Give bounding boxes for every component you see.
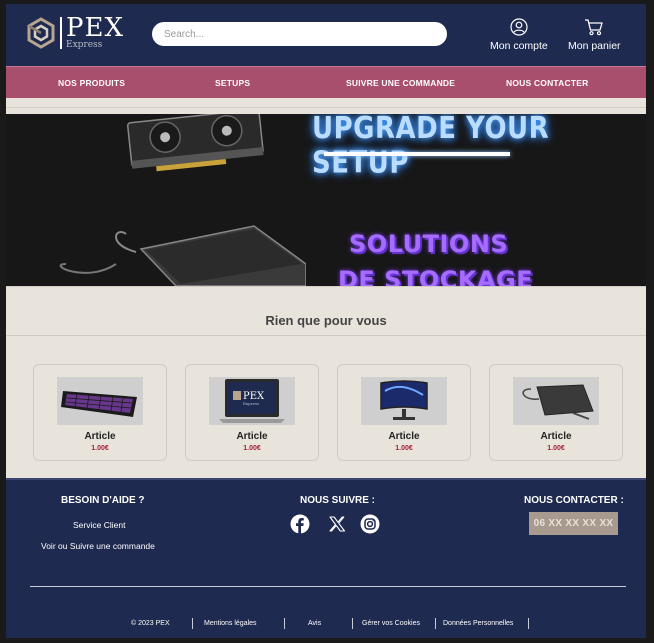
instagram-icon[interactable] bbox=[360, 514, 380, 534]
customer-service-link[interactable]: Service Client bbox=[73, 520, 125, 530]
product-card[interactable]: Article 1.00€ bbox=[33, 364, 167, 461]
site-header: PEX Express Mon compte Mon panier bbox=[6, 4, 646, 66]
account-button[interactable]: Mon compte bbox=[490, 18, 548, 52]
logo-divider bbox=[60, 17, 62, 49]
nav-item-setups[interactable]: SETUPS bbox=[215, 78, 250, 88]
section-title: Rien que pour vous bbox=[265, 313, 387, 328]
product-image bbox=[361, 377, 447, 425]
banner-graphics bbox=[59, 114, 306, 286]
logo-text: PEX bbox=[66, 13, 124, 43]
logo[interactable]: PEX Express bbox=[26, 13, 124, 50]
hero-banner[interactable]: UPGRADE YOUR SETUP SOLUTIONS DE STOCKAGE bbox=[6, 114, 646, 286]
product-image bbox=[57, 377, 143, 425]
site-footer: BESOIN D'AIDE ? Service Client Voir ou S… bbox=[6, 478, 646, 638]
main-nav: NOS PRODUITS SETUPS SUIVRE UNE COMMANDE … bbox=[6, 66, 646, 98]
product-card[interactable]: Article 1.00€ bbox=[337, 364, 471, 461]
product-name: Article bbox=[540, 431, 572, 442]
monitor-icon bbox=[361, 377, 447, 425]
pex-logo-icon bbox=[27, 17, 55, 49]
featured-section: Rien que pour vous Article 1.00€ PEX Exp… bbox=[6, 286, 646, 478]
reviews-link[interactable]: Avis bbox=[308, 620, 321, 627]
copyright-text: © 2023 PEX bbox=[131, 620, 170, 627]
follow-title: NOUS SUIVRE : bbox=[300, 495, 376, 506]
product-price: 1.00€ bbox=[91, 445, 109, 452]
product-price: 1.00€ bbox=[395, 445, 413, 452]
product-image: PEX Express bbox=[209, 377, 295, 425]
product-name: Article bbox=[84, 431, 116, 442]
nav-spacer bbox=[6, 98, 646, 114]
legal-separator bbox=[435, 618, 436, 629]
track-order-link[interactable]: Voir ou Suivre une commande bbox=[41, 541, 155, 551]
cart-label: Mon panier bbox=[568, 40, 621, 52]
svg-text:Express: Express bbox=[243, 401, 259, 406]
product-image bbox=[513, 377, 599, 425]
product-card[interactable]: Article 1.00€ bbox=[489, 364, 623, 461]
nav-item-contact[interactable]: NOUS CONTACTER bbox=[506, 78, 588, 88]
banner-subtitle-line1: SOLUTIONS bbox=[349, 230, 509, 258]
nav-item-track-order[interactable]: SUIVRE UNE COMMANDE bbox=[346, 78, 455, 88]
laptop-icon: PEX Express bbox=[209, 377, 295, 425]
contact-title: NOUS CONTACTER : bbox=[524, 495, 624, 506]
phone-number[interactable]: 06 XX XX XX XX bbox=[529, 512, 618, 535]
product-name: Article bbox=[236, 431, 268, 442]
banner-title: UPGRADE YOUR SETUP bbox=[312, 114, 550, 181]
cookies-link[interactable]: Gérer vos Cookies bbox=[362, 620, 420, 627]
nav-item-products[interactable]: NOS PRODUITS bbox=[58, 78, 125, 88]
keyboard-icon bbox=[57, 377, 143, 425]
account-label: Mon compte bbox=[490, 40, 548, 52]
legal-separator bbox=[284, 618, 285, 629]
x-icon[interactable] bbox=[327, 514, 347, 534]
product-name: Article bbox=[388, 431, 420, 442]
search-input[interactable] bbox=[152, 22, 447, 46]
facebook-icon[interactable] bbox=[290, 514, 310, 534]
section-divider bbox=[6, 335, 646, 336]
cart-icon bbox=[585, 19, 603, 36]
legal-separator bbox=[192, 618, 193, 629]
legal-notice-link[interactable]: Mentions légales bbox=[204, 620, 257, 627]
legal-separator bbox=[352, 618, 353, 629]
banner-subtitle-line2: DE STOCKAGE bbox=[338, 266, 534, 286]
product-price: 1.00€ bbox=[547, 445, 565, 452]
product-card[interactable]: PEX Express Article 1.00€ bbox=[185, 364, 319, 461]
drive-image bbox=[59, 225, 306, 286]
help-title: BESOIN D'AIDE ? bbox=[61, 495, 145, 506]
user-icon bbox=[510, 18, 528, 36]
product-price: 1.00€ bbox=[243, 445, 261, 452]
page: PEX Express Mon compte Mon panier NOS PR… bbox=[6, 4, 646, 638]
hard-drive-icon bbox=[513, 377, 599, 425]
banner-underline bbox=[324, 152, 510, 156]
gpu-image bbox=[126, 114, 264, 172]
cart-button[interactable]: Mon panier bbox=[568, 18, 621, 52]
footer-divider bbox=[30, 586, 626, 587]
legal-separator bbox=[528, 618, 529, 629]
personal-data-link[interactable]: Données Personnelles bbox=[443, 620, 513, 627]
